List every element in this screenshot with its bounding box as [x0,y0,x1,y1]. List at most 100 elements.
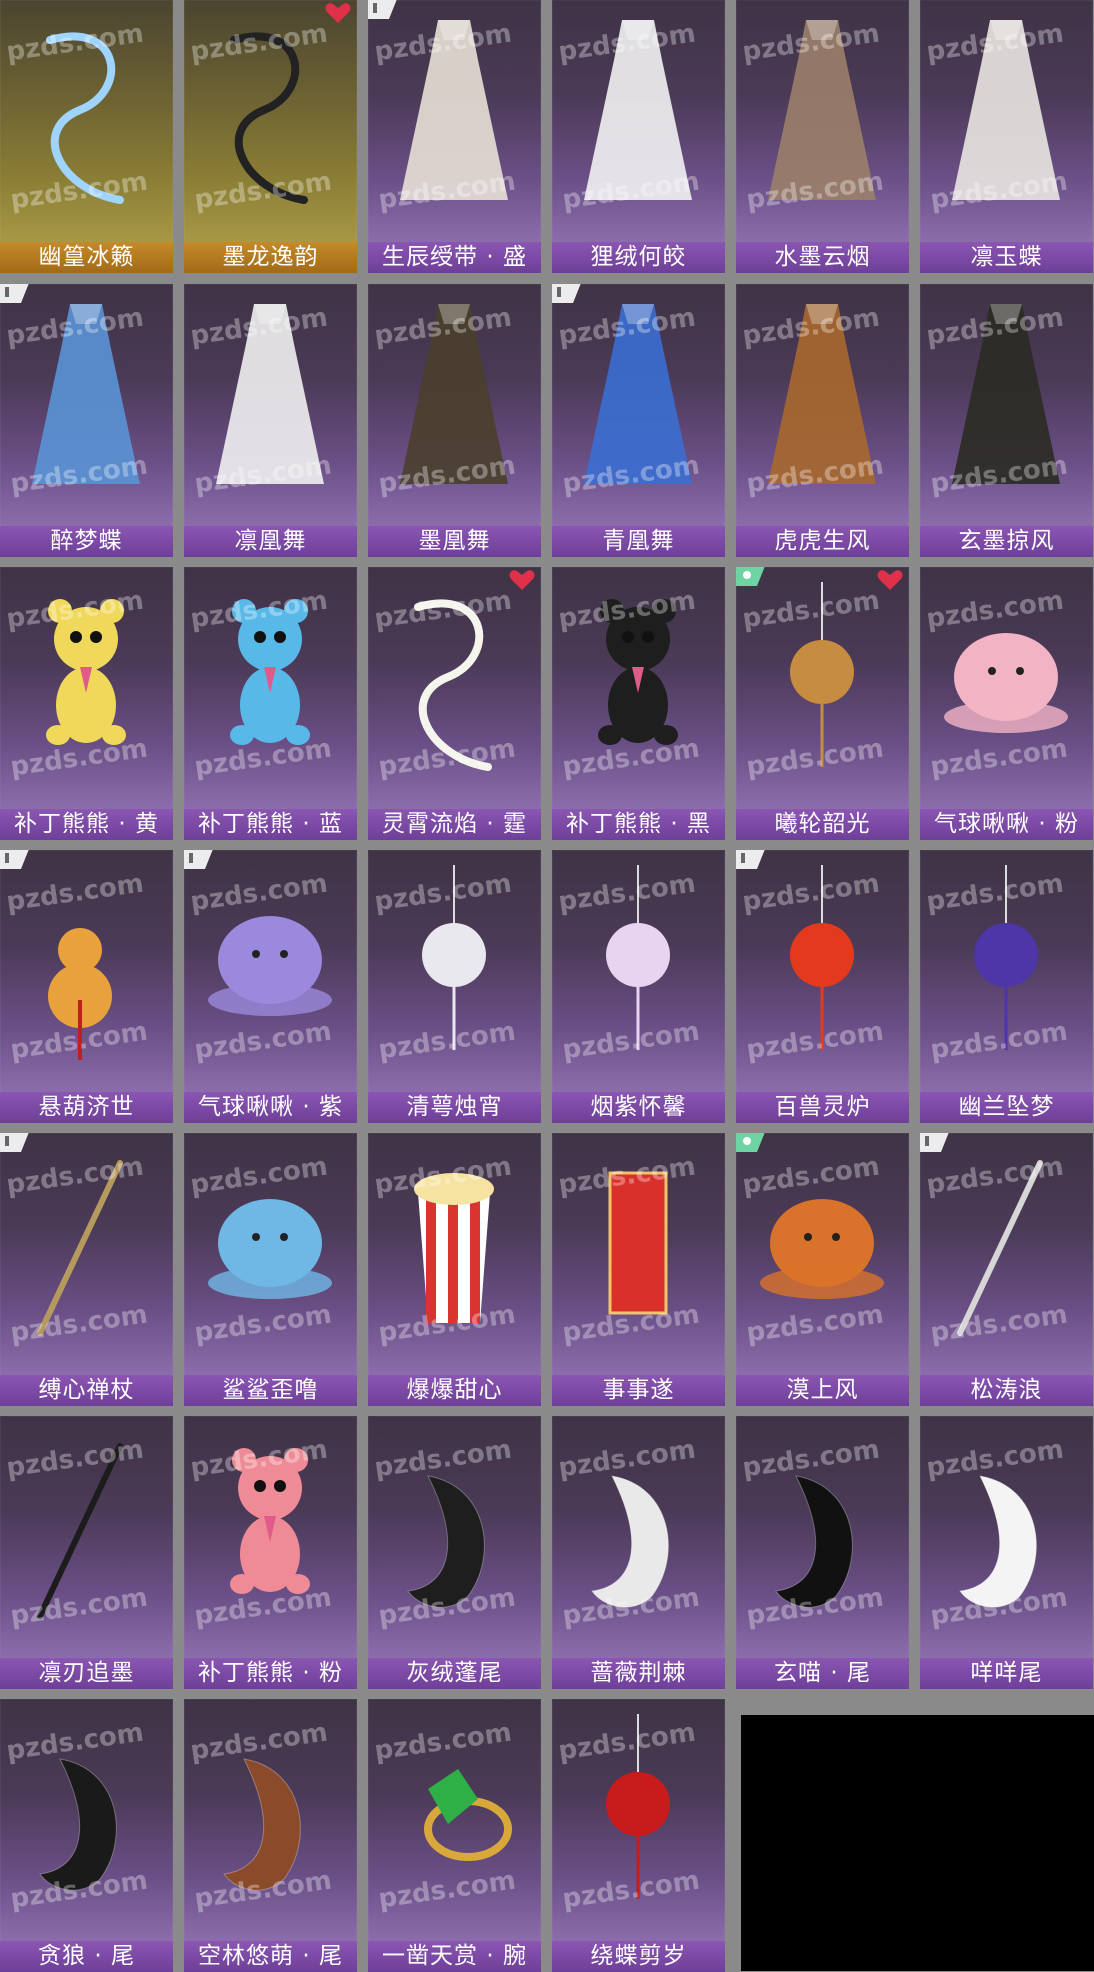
item-card[interactable]: pzds.com pzds.com 漠上风 [736,1133,909,1406]
lightning-aura-icon [414,599,492,771]
item-card[interactable]: pzds.com pzds.com 醉梦蝶 [0,284,173,557]
teddy-bear-yellow-icon [46,599,126,745]
item-name-label: 空林悠萌 · 尾 [184,1941,357,1972]
item-card[interactable]: pzds.com pzds.com 烟紫怀馨 [552,850,725,1123]
item-card[interactable]: pzds.com pzds.com 曦轮韶光 [736,567,909,840]
tiger-costume-icon [768,304,876,484]
item-name-label: 咩咩尾 [920,1658,1093,1689]
item-card[interactable]: pzds.com pzds.com 悬葫济世 [0,850,173,1123]
new-tag-icon [0,1133,29,1152]
item-name-label: 清萼烛宵 [368,1092,541,1123]
item-card[interactable]: pzds.com pzds.com 百兽灵炉 [736,850,909,1123]
item-card[interactable]: pzds.com pzds.com 爆爆甜心 [368,1133,541,1406]
item-name-label: 墨凰舞 [368,526,541,557]
item-card[interactable]: pzds.com pzds.com 补丁熊熊 · 黑 [552,567,725,840]
item-card[interactable]: pzds.com pzds.com 鲨鲨歪噜 [184,1133,357,1406]
item-name-label: 烟紫怀馨 [552,1092,725,1123]
item-name-label: 狸绒何皎 [552,242,725,273]
item-card[interactable]: pzds.com pzds.com 灰绒蓬尾 [368,1416,541,1689]
item-card[interactable]: pzds.com pzds.com 生辰绶带 · 盛 [368,0,541,273]
item-name-label: 漠上风 [736,1375,909,1406]
item-grid: pzds.com pzds.com 幽篁冰籁 pzds.com pzds.com 墨龙逸韵… [0,0,1094,1972]
item-card[interactable]: pzds.com pzds.com 补丁熊熊 · 蓝 [184,567,357,840]
new-tag-icon [920,1133,949,1152]
item-name-label: 事事遂 [552,1375,725,1406]
purple-sachet-icon [606,865,670,1050]
teddy-bear-pink-icon [230,1448,310,1594]
raccoon-tail-icon [223,1758,301,1891]
ink-dragon-icon [230,32,308,204]
item-name-label: 松涛浪 [920,1375,1093,1406]
item-card[interactable]: pzds.com pzds.com 事事遂 [552,1133,725,1406]
pink-balloon-blob-icon [944,633,1068,733]
blue-butterfly-outfit-icon [32,304,140,484]
item-card[interactable]: pzds.com pzds.com 玄墨掠风 [920,284,1093,557]
item-name-label: 水墨云烟 [736,242,909,273]
item-card[interactable]: pzds.com pzds.com 绕蝶剪岁 [552,1699,725,1972]
item-card[interactable]: pzds.com pzds.com 清萼烛宵 [368,850,541,1123]
item-card[interactable]: pzds.com pzds.com 补丁熊熊 · 粉 [184,1416,357,1689]
item-name-label: 鲨鲨歪噜 [184,1375,357,1406]
white-phoenix-outfit-icon [216,304,324,484]
golden-halo-icon [790,582,854,767]
item-card[interactable]: pzds.com pzds.com 凛凰舞 [184,284,357,557]
item-name-label: 青凰舞 [552,526,725,557]
item-card[interactable]: pzds.com pzds.com 补丁熊熊 · 黄 [0,567,173,840]
zen-staff-icon [37,1160,123,1336]
ribbon-sash-icon [400,20,508,200]
white-wig-icon [584,20,692,200]
item-card[interactable]: pzds.com pzds.com 气球啾啾 · 粉 [920,567,1093,840]
item-card[interactable]: pzds.com pzds.com 气球啾啾 · 紫 [184,850,357,1123]
item-name-label: 气球啾啾 · 紫 [184,1092,357,1123]
jade-butterfly-outfit-icon [952,20,1060,200]
item-name-label: 灵霄流焰 · 霆 [368,809,541,840]
item-card[interactable]: pzds.com pzds.com 灵霄流焰 · 霆 [368,567,541,840]
popcorn-icon [414,1173,494,1323]
green-tag-icon [736,567,765,586]
new-tag-icon [184,850,213,869]
item-card[interactable]: pzds.com pzds.com 凛玉蝶 [920,0,1093,273]
item-card[interactable]: pzds.com pzds.com 蔷薇荆棘 [552,1416,725,1689]
dark-phoenix-outfit-icon [400,304,508,484]
green-tag-icon [736,1133,765,1152]
item-card[interactable]: pzds.com pzds.com 凛刃追墨 [0,1416,173,1689]
item-name-label: 贪狼 · 尾 [0,1941,173,1972]
item-name-label: 虎虎生风 [736,526,909,557]
item-name-label: 玄喵 · 尾 [736,1658,909,1689]
item-card[interactable]: pzds.com pzds.com 青凰舞 [552,284,725,557]
item-name-label: 气球啾啾 · 粉 [920,809,1093,840]
wolf-tail-icon [39,1758,117,1891]
item-name-label: 墨龙逸韵 [184,242,357,273]
item-name-label: 缚心禅杖 [0,1375,173,1406]
ink-robe-icon [768,20,876,200]
item-card[interactable]: pzds.com pzds.com 缚心禅杖 [0,1133,173,1406]
item-name-label: 补丁熊熊 · 粉 [184,1658,357,1689]
item-card[interactable]: pzds.com pzds.com 松涛浪 [920,1133,1093,1406]
lotus-lamp-icon [422,865,486,1050]
item-card[interactable]: pzds.com pzds.com 贪狼 · 尾 [0,1699,173,1972]
fluffy-black-tail-icon [407,1475,485,1608]
item-card[interactable]: pzds.com pzds.com 虎虎生风 [736,284,909,557]
item-card[interactable]: pzds.com pzds.com 幽篁冰籁 [0,0,173,273]
item-name-label: 绕蝶剪岁 [552,1941,725,1972]
teddy-bear-blue-icon [230,599,310,745]
item-card[interactable]: pzds.com pzds.com 空林悠萌 · 尾 [184,1699,357,1972]
item-card[interactable]: pzds.com pzds.com 一凿天赏 · 腕 [368,1699,541,1972]
gourd-icon [48,928,112,1060]
item-card[interactable]: pzds.com pzds.com 玄喵 · 尾 [736,1416,909,1689]
item-card[interactable]: pzds.com pzds.com 幽兰坠梦 [920,850,1093,1123]
item-name-label: 醉梦蝶 [0,526,173,557]
item-name-label: 幽兰坠梦 [920,1092,1093,1123]
heart-icon[interactable] [877,569,903,591]
item-card[interactable]: pzds.com pzds.com 墨龙逸韵 [184,0,357,273]
item-card[interactable]: pzds.com pzds.com 狸绒何皎 [552,0,725,273]
item-card[interactable]: pzds.com pzds.com 墨凰舞 [368,284,541,557]
red-butterfly-hairpin-icon [606,1714,670,1899]
item-name-label: 曦轮韶光 [736,809,909,840]
heart-icon[interactable] [509,569,535,591]
item-card[interactable]: pzds.com pzds.com 咩咩尾 [920,1416,1093,1689]
teddy-bear-black-icon [598,599,678,745]
heart-icon[interactable] [325,2,351,24]
orchid-pendant-icon [974,865,1038,1050]
item-card[interactable]: pzds.com pzds.com 水墨云烟 [736,0,909,273]
